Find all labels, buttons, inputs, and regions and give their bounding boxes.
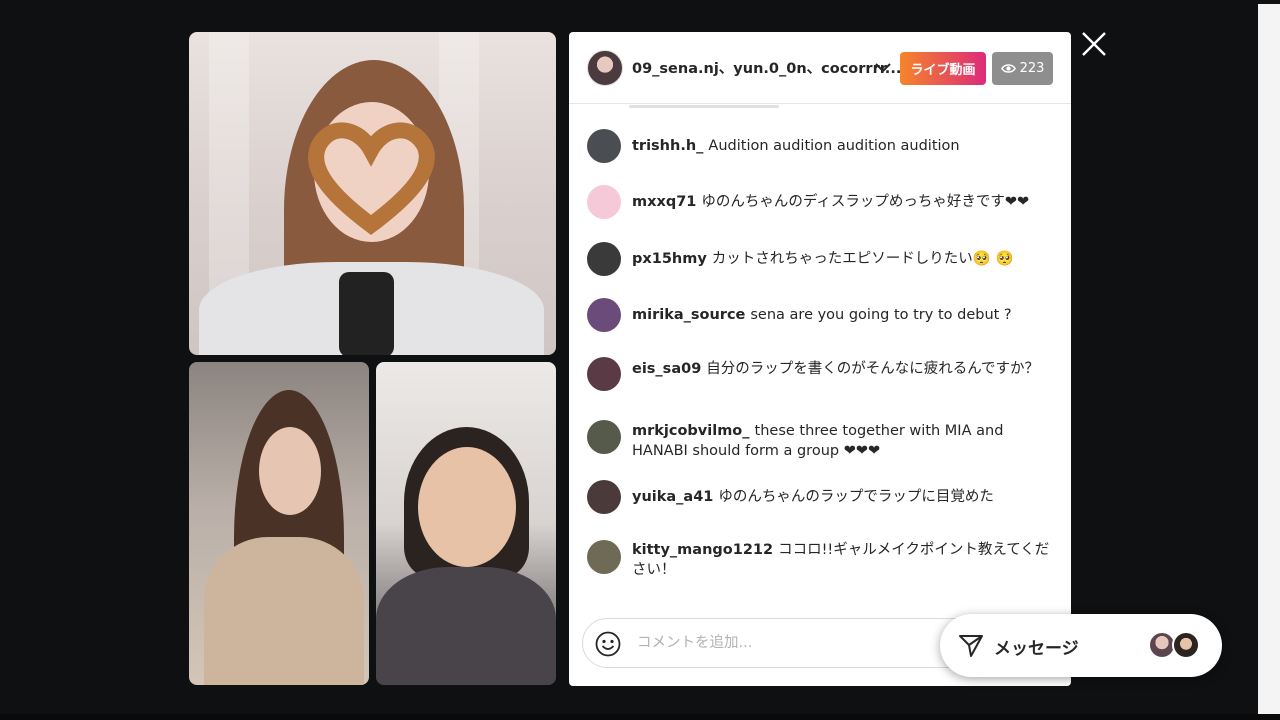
comment-username[interactable]: px15hmy [632, 251, 707, 267]
comment-input[interactable] [637, 629, 957, 657]
comment-text: ゆのんちゃんのラップでラップに目覚めた [718, 489, 994, 505]
host-names[interactable]: 09_sena.nj、yun.0_0n、cocorrrr... [632, 57, 901, 78]
video-tile-host [189, 32, 556, 355]
comment-avatar[interactable] [587, 129, 621, 163]
comment-text: カットされちゃったエピソードしりたい🥺 🥺 [711, 251, 1014, 267]
message-button[interactable]: メッセージ [940, 614, 1222, 677]
chevron-down-icon[interactable] [872, 56, 894, 78]
video-tile-guest-1 [189, 362, 369, 685]
comment-avatar[interactable] [587, 540, 621, 574]
viewer-count-badge: 223 [992, 52, 1053, 85]
comment-text: ゆのんちゃんのディスラップめっちゃ好きです❤❤ [701, 194, 1030, 210]
heart-filter-icon [308, 122, 435, 235]
comment-username[interactable]: mxxq71 [632, 194, 696, 210]
comment-username[interactable]: kitty_mango1212 [632, 542, 773, 558]
comment-avatar[interactable] [587, 242, 621, 276]
host-avatar[interactable] [587, 50, 623, 86]
window-bottom-edge [0, 714, 1280, 720]
live-chat-panel: 09_sena.nj、yun.0_0n、cocorrrr... ライブ動画 22… [569, 32, 1071, 686]
viewer-count: 223 [1019, 61, 1045, 76]
comment-username[interactable]: yuika_a41 [632, 489, 713, 505]
comment-username[interactable]: mrkjcobvilmo_ [632, 423, 750, 439]
avatar [1172, 631, 1200, 659]
message-label: メッセージ [994, 639, 1079, 659]
window-edge [1258, 4, 1280, 716]
comment-username[interactable]: eis_sa09 [632, 361, 701, 377]
clipped-comment-remnant [629, 105, 779, 108]
close-icon[interactable] [1080, 30, 1108, 58]
comment-avatar[interactable] [587, 185, 621, 219]
comment-text: Audition audition audition audition [708, 138, 960, 154]
comment-username[interactable]: mirika_source [632, 307, 745, 323]
video-tile-guest-2 [376, 362, 556, 685]
send-icon [959, 635, 983, 657]
comment-avatar[interactable] [587, 298, 621, 332]
live-badge: ライブ動画 [900, 52, 986, 85]
comment-text: 自分のラップを書くのがそんなに疲れるんですか？ [706, 361, 1040, 377]
comment-avatar[interactable] [587, 480, 621, 514]
comment-text: sena are you going to try to debut ? [750, 307, 1012, 323]
emoji-icon[interactable] [595, 631, 621, 657]
panel-header: 09_sena.nj、yun.0_0n、cocorrrr... ライブ動画 22… [569, 32, 1071, 104]
comment-username[interactable]: trishh.h_ [632, 138, 703, 154]
comment-avatar[interactable] [587, 420, 621, 454]
comment-avatar[interactable] [587, 357, 621, 391]
eye-icon [1000, 64, 1016, 73]
